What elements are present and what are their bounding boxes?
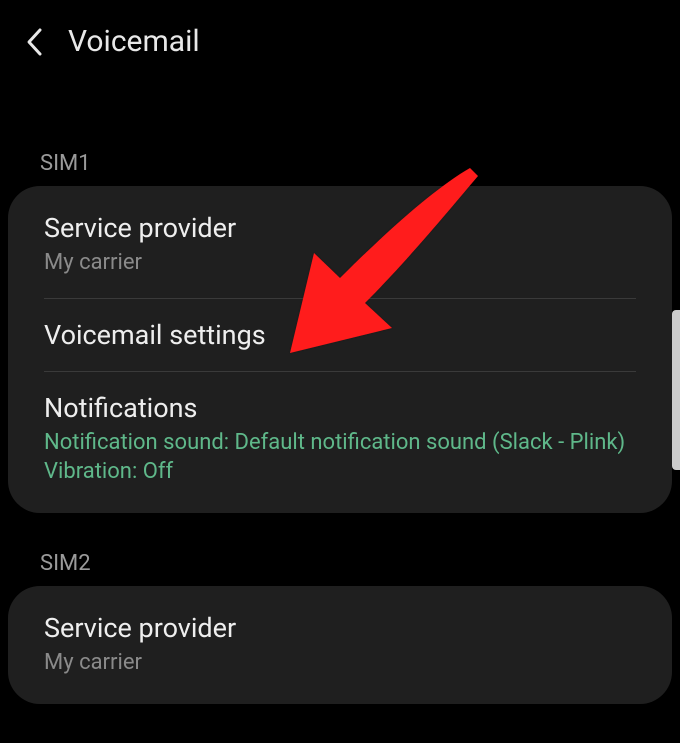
sim2-card: Service provider My carrier (8, 586, 672, 704)
page-title: Voicemail (68, 24, 200, 59)
notifications-item[interactable]: Notifications Notification sound: Defaul… (8, 372, 672, 507)
service-provider-item[interactable]: Service provider My carrier (8, 192, 672, 298)
service-provider-title-sim2: Service provider (44, 612, 636, 644)
sim1-label: SIM1 (0, 133, 680, 186)
voicemail-settings-title: Voicemail settings (44, 319, 636, 351)
sim2-label: SIM2 (0, 533, 680, 586)
service-provider-subtitle: My carrier (44, 248, 636, 278)
voicemail-settings-item[interactable]: Voicemail settings (8, 299, 672, 371)
service-provider-item-sim2[interactable]: Service provider My carrier (8, 592, 672, 698)
service-provider-title: Service provider (44, 212, 636, 244)
sim1-card: Service provider My carrier Voicemail se… (8, 186, 672, 513)
back-icon[interactable] (20, 28, 48, 56)
notifications-vibration: Vibration: Off (44, 457, 636, 487)
scrollbar[interactable] (672, 310, 680, 470)
header: Voicemail (0, 0, 680, 83)
notifications-sound: Notification sound: Default notification… (44, 428, 636, 458)
service-provider-subtitle-sim2: My carrier (44, 648, 636, 678)
notifications-title: Notifications (44, 392, 636, 424)
